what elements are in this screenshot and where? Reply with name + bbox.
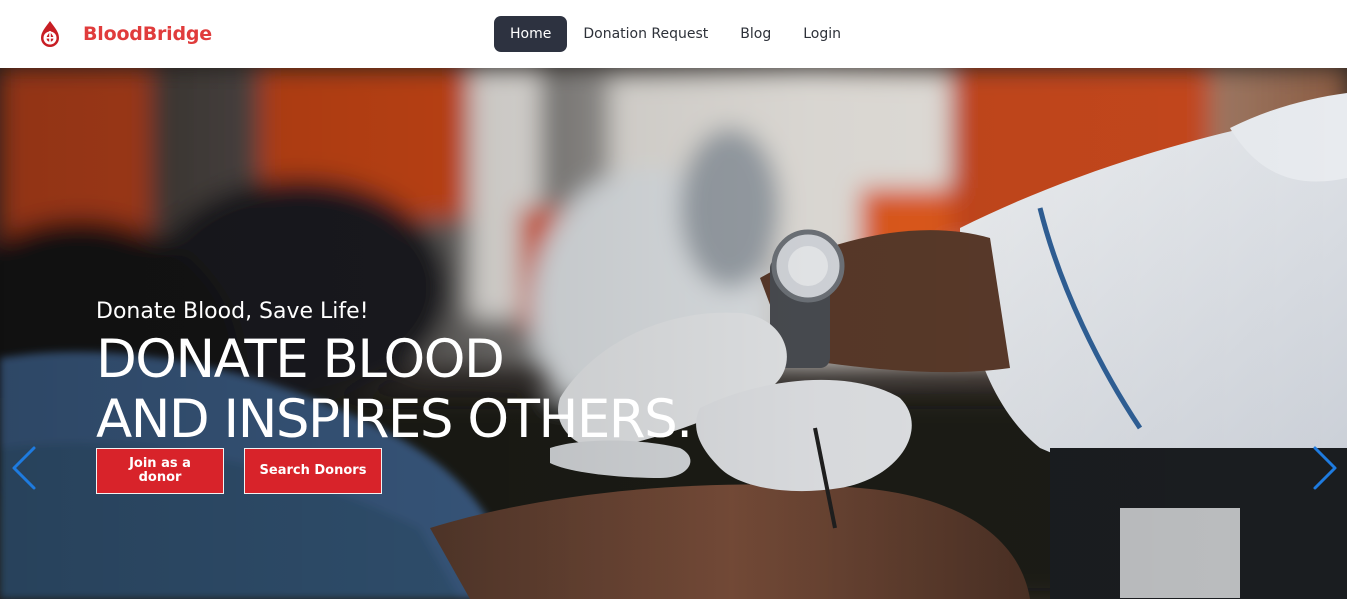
brand[interactable]: BloodBridge (36, 20, 212, 48)
hero-headline-line2: AND INSPIRES OTHERS. (96, 389, 693, 450)
nav-login[interactable]: Login (787, 16, 857, 52)
join-as-donor-button[interactable]: Join as a donor (96, 448, 224, 494)
main-nav: Home Donation Request Blog Login (494, 16, 857, 52)
blood-drop-logo-icon (41, 21, 59, 47)
hero-subheading: Donate Blood, Save Life! (96, 299, 369, 324)
hero-headline: DONATE BLOOD AND INSPIRES OTHERS. (96, 329, 693, 450)
hero-actions: Join as a donor Search Donors (96, 448, 382, 494)
nav-blog[interactable]: Blog (724, 16, 787, 52)
navbar: BloodBridge Home Donation Request Blog L… (0, 0, 1347, 68)
hero-headline-line1: DONATE BLOOD (96, 329, 505, 390)
nav-home[interactable]: Home (494, 16, 568, 52)
hero-text: Donate Blood, Save Life! DONATE BLOOD AN… (96, 298, 693, 450)
carousel-prev-icon[interactable] (10, 444, 38, 492)
brand-name: BloodBridge (83, 23, 212, 45)
search-donors-button[interactable]: Search Donors (244, 448, 382, 494)
nav-donation-request[interactable]: Donation Request (567, 16, 724, 52)
carousel-next-icon[interactable] (1311, 444, 1339, 492)
